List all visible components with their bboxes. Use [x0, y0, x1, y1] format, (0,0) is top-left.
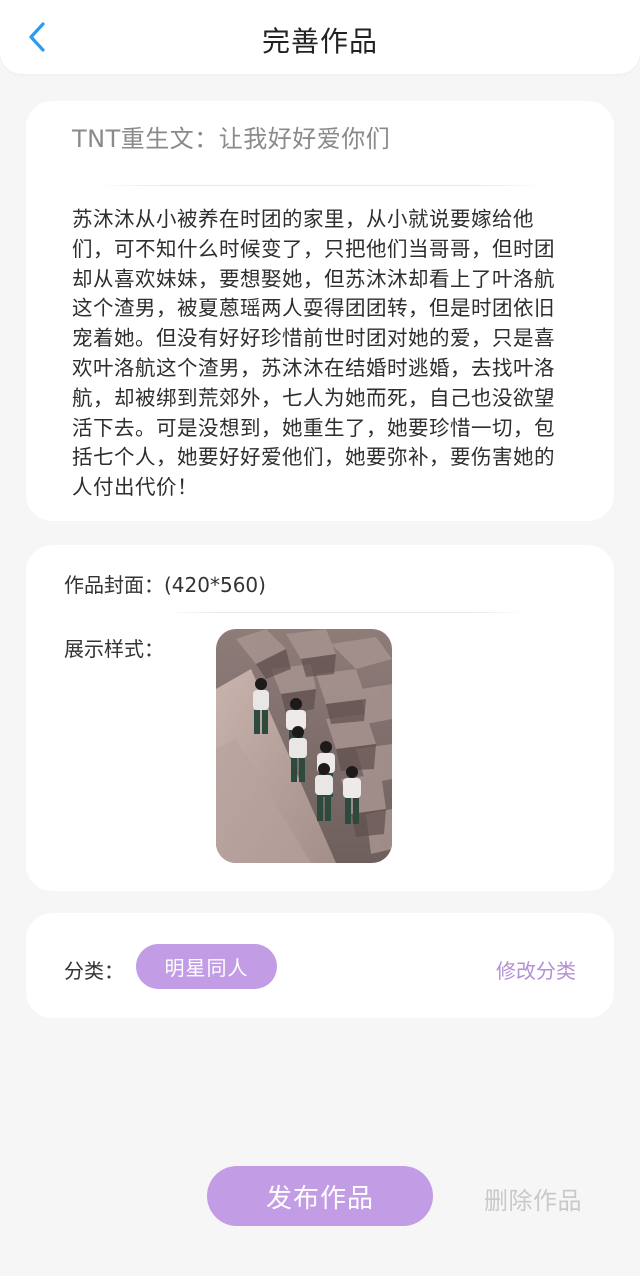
cover-divider [166, 612, 526, 613]
delete-button[interactable]: 删除作品 [484, 1181, 582, 1216]
top-nav-bar: 完善作品 [0, 0, 640, 74]
cover-label: 作品封面：(420*560) [64, 573, 266, 597]
work-info-card: TNT重生文：让我好好爱你们 苏沐沐从小被养在时团的家里，从小就说要嫁给他们，可… [26, 101, 614, 521]
category-card: 分类： 明星同人 修改分类 [26, 913, 614, 1018]
publish-button[interactable]: 发布作品 [207, 1166, 433, 1226]
page-title: 完善作品 [261, 25, 378, 58]
modify-category-link[interactable]: 修改分类 [496, 955, 576, 984]
cover-image[interactable] [216, 629, 392, 863]
category-label: 分类： [64, 959, 124, 983]
display-style-label: 展示样式： [64, 637, 164, 661]
category-tag[interactable]: 明星同人 [136, 944, 277, 989]
work-title[interactable]: TNT重生文：让我好好爱你们 [72, 119, 390, 154]
cover-photo [216, 629, 392, 863]
work-synopsis[interactable]: 苏沐沐从小被养在时团的家里，从小就说要嫁给他们，可不知什么时候变了，只把他们当哥… [72, 205, 572, 503]
title-divider [96, 185, 546, 186]
cover-card: 作品封面：(420*560) 展示样式： [26, 545, 614, 891]
